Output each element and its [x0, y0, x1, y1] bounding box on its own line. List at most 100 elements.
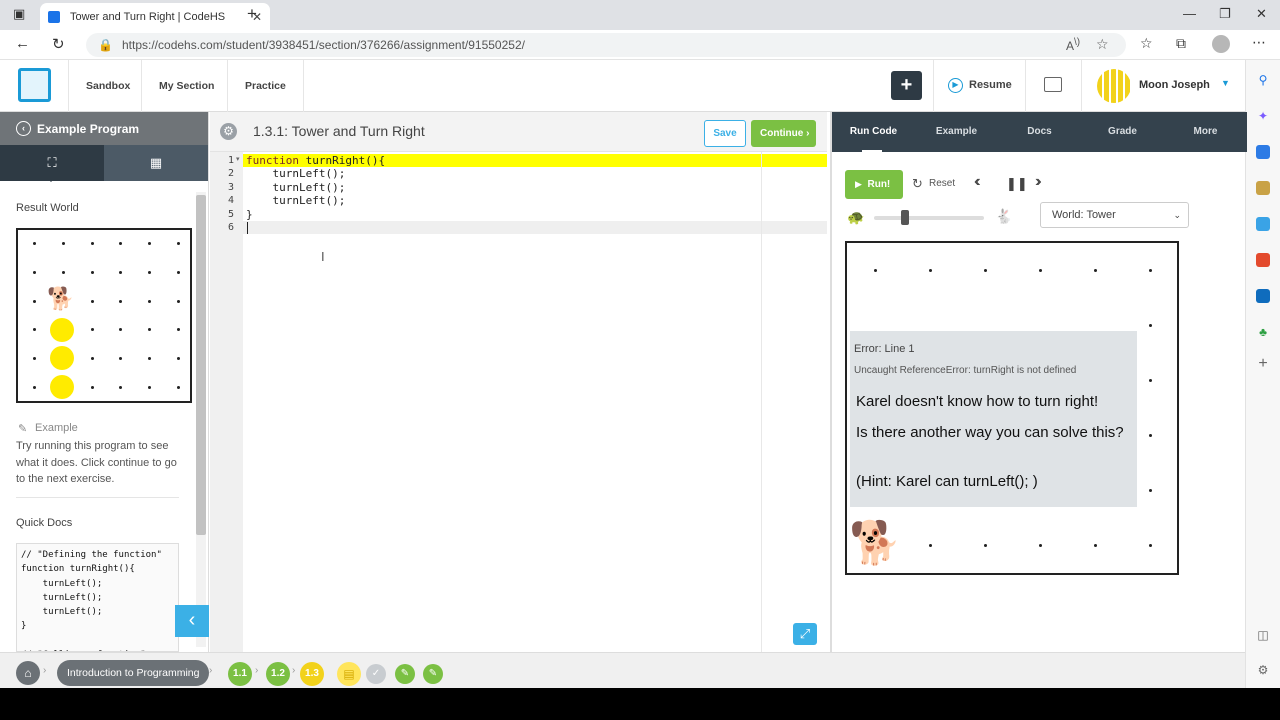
add-sidebar-icon[interactable]: + — [1256, 356, 1270, 372]
code-line-2[interactable]: turnLeft(); — [246, 167, 345, 180]
save-button[interactable]: Save — [704, 120, 746, 147]
error-message-line-2: Is there another way you can solve this? — [856, 424, 1124, 441]
tab-run-code[interactable]: Run Code — [832, 112, 915, 152]
browser-window: ▣ Tower and Turn Right | CodeHS ✕ + — ❐ … — [0, 0, 1280, 688]
code-line-5[interactable]: } — [246, 208, 253, 221]
nav-practice[interactable]: Practice — [227, 60, 304, 112]
tab-grade[interactable]: Grade — [1081, 112, 1164, 152]
close-window-icon[interactable]: ✕ — [1256, 6, 1267, 22]
chevron-down-icon[interactable]: ▼ — [1221, 78, 1230, 88]
tab-more[interactable]: More — [1164, 112, 1247, 152]
left-scrollbar[interactable] — [196, 192, 206, 647]
course-breadcrumb[interactable]: Introduction to Programming — [57, 660, 210, 686]
tree-icon[interactable]: ♣ — [1256, 325, 1270, 339]
left-panel-tabs: ⛶ ▦ — [0, 145, 208, 181]
url-field[interactable]: 🔒 https://codehs.com/student/3938451/sec… — [86, 33, 1126, 57]
user-name[interactable]: Moon Joseph — [1139, 79, 1210, 91]
document-icon[interactable]: ▤ — [337, 662, 361, 686]
unit-badge-1-1[interactable]: 1.1 — [228, 662, 252, 686]
tennis-ball — [50, 318, 74, 342]
turtle-slow-icon: 🐢 — [847, 209, 865, 225]
result-world-label: Result World — [16, 202, 79, 214]
run-button[interactable]: ▶ Run! — [845, 170, 903, 199]
karel-world: Error: Line 1 Uncaught ReferenceError: t… — [845, 241, 1179, 575]
settings-icon[interactable]: ⚙ — [1256, 663, 1270, 677]
unit-badge-1-3[interactable]: 1.3 — [300, 662, 324, 686]
divider — [933, 60, 934, 112]
tab-example[interactable]: Example — [915, 112, 998, 152]
code-line-4[interactable]: turnLeft(); — [246, 194, 345, 207]
active-tab-indicator — [862, 150, 882, 152]
tab-calendar[interactable]: ▦ — [104, 145, 208, 181]
profile-icon[interactable] — [1212, 35, 1230, 53]
unit-badge-1-2[interactable]: 1.2 — [266, 662, 290, 686]
line-number: 4 — [227, 195, 234, 207]
new-tab-button[interactable]: + — [247, 4, 257, 24]
speed-slider[interactable] — [874, 210, 984, 225]
example-program-header[interactable]: ‹ Example Program — [0, 112, 208, 145]
resume-button[interactable]: Resume — [969, 79, 1012, 91]
tennis-ball — [50, 346, 74, 370]
world-corner-dot — [984, 269, 987, 272]
minimize-icon[interactable]: — — [1183, 6, 1196, 21]
pause-icon[interactable]: ❚❚ — [1006, 176, 1028, 192]
world-corner-dot — [62, 242, 65, 245]
step-back-icon[interactable]: ‹‹ — [974, 173, 980, 191]
more-options-icon[interactable]: ⋯ — [1252, 34, 1266, 51]
step-forward-icon[interactable]: ›› — [1035, 173, 1041, 191]
tab-docs[interactable]: Docs — [998, 112, 1081, 152]
avatar[interactable] — [1097, 69, 1131, 103]
refresh-icon[interactable]: ↻ — [52, 35, 65, 53]
code-editor[interactable]: function turnRight(){ turnLeft(); turnLe… — [243, 152, 827, 652]
read-aloud-icon[interactable]: A\) — [1066, 37, 1080, 53]
nav-my-section[interactable]: My Section — [141, 60, 231, 112]
tools-icon[interactable] — [1256, 181, 1270, 195]
left-scrollbar-thumb[interactable] — [196, 195, 206, 535]
rabbit-fast-icon: 🐇 — [995, 208, 1013, 224]
collections-icon[interactable]: ⧉ — [1176, 35, 1186, 52]
reset-icon[interactable]: ↻ — [912, 176, 923, 192]
office-icon[interactable] — [1256, 253, 1270, 267]
window-icon[interactable] — [1044, 77, 1062, 92]
expand-icon[interactable]: ⤢ — [793, 623, 817, 645]
favorite-icon[interactable]: ☆ — [1096, 36, 1109, 53]
games-icon[interactable] — [1256, 217, 1270, 231]
favorites-bar-icon[interactable]: ☆ — [1140, 35, 1153, 52]
codehs-logo-icon[interactable] — [18, 68, 51, 102]
home-icon[interactable]: ⌂ — [16, 661, 40, 685]
shopping-icon[interactable] — [1256, 145, 1270, 159]
line-number: 5 — [227, 208, 234, 220]
browser-tab[interactable]: Tower and Turn Right | CodeHS ✕ — [40, 3, 270, 30]
code-line-3[interactable]: turnLeft(); — [246, 181, 345, 194]
quick-docs-label: Quick Docs — [16, 517, 73, 529]
exercise-pencil-icon[interactable]: ✎ — [395, 664, 415, 684]
world-corner-dot — [874, 269, 877, 272]
reset-button[interactable]: Reset — [929, 178, 955, 189]
nav-sandbox[interactable]: Sandbox — [68, 60, 147, 112]
back-icon[interactable]: ← — [15, 35, 30, 52]
exercise-pencil-icon[interactable]: ✎ — [423, 664, 443, 684]
add-button[interactable]: + — [891, 71, 922, 100]
copilot-icon[interactable]: ✦ — [1256, 109, 1270, 123]
outlook-icon[interactable] — [1256, 289, 1270, 303]
maximize-icon[interactable]: ❐ — [1219, 6, 1231, 22]
quiz-check-icon[interactable]: ✓ — [366, 664, 386, 684]
speed-slider-handle[interactable] — [901, 210, 909, 225]
mouse-ibeam-icon: I — [321, 249, 325, 264]
sidebar-toggle-icon[interactable]: ◫ — [1256, 628, 1270, 642]
collapse-panel-button[interactable]: ‹ — [175, 605, 209, 637]
tab-actions-icon[interactable]: ▣ — [13, 6, 25, 22]
site-header: Sandbox My Section Practice + ▶ Resume M… — [0, 60, 1245, 112]
chevron-right-icon: › — [255, 665, 259, 676]
fold-arrow-icon[interactable]: ▾ — [236, 155, 240, 163]
world-corner-dot — [91, 386, 94, 389]
world-corner-dot — [119, 242, 122, 245]
continue-button[interactable]: Continue › — [751, 120, 816, 147]
tab-title: Tower and Turn Right | CodeHS — [70, 10, 226, 23]
gear-icon[interactable]: ⚙ — [220, 123, 237, 140]
code-line-1[interactable]: function turnRight(){ — [246, 154, 385, 167]
search-icon[interactable]: ⚲ — [1256, 73, 1270, 87]
world-corner-dot — [119, 357, 122, 360]
resume-play-icon: ▶ — [948, 78, 963, 93]
world-select[interactable]: World: Tower ⌄ — [1040, 202, 1189, 228]
